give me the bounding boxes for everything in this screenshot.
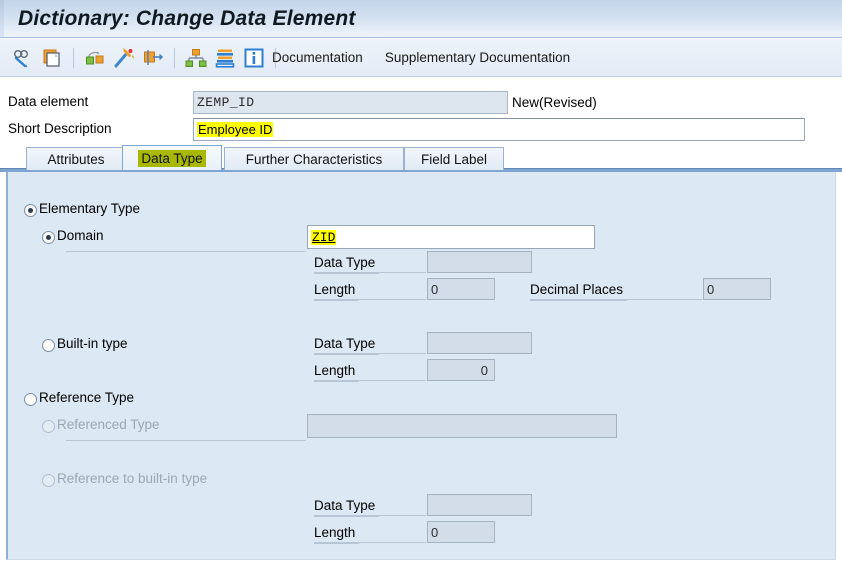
domain-radio[interactable] bbox=[42, 231, 55, 244]
reference-type-radio[interactable] bbox=[24, 393, 37, 406]
data-type-panel: Elementary Type Domain ZID Data Type Len… bbox=[6, 172, 836, 560]
titlebar-left-edge bbox=[0, 0, 4, 37]
decimal-places-label: Decimal Places bbox=[530, 282, 628, 301]
toolbar-separator bbox=[73, 47, 74, 68]
tab-further-characteristics[interactable]: Further Characteristics bbox=[224, 147, 404, 170]
documentation-button[interactable]: Documentation bbox=[272, 50, 363, 65]
ref-builtin-length-field: 0 bbox=[427, 521, 495, 543]
information-icon[interactable] bbox=[241, 45, 267, 71]
builtin-data-type-label: Data Type bbox=[314, 336, 380, 355]
short-description-field[interactable]: Employee ID bbox=[193, 118, 805, 141]
decimal-places-rule bbox=[530, 299, 702, 300]
ref-builtin-data-type-rule bbox=[314, 515, 426, 516]
tab-data-type-label: Data Type bbox=[138, 149, 206, 167]
builtin-type-label[interactable]: Built-in type bbox=[57, 336, 128, 351]
replace-icon[interactable] bbox=[140, 45, 166, 71]
domain-length-label: Length bbox=[314, 282, 360, 301]
toolbar-separator bbox=[174, 47, 175, 68]
domain-data-type-rule bbox=[314, 272, 426, 273]
data-element-field[interactable]: ZEMP_ID bbox=[193, 91, 508, 114]
referenced-type-label: Referenced Type bbox=[57, 417, 160, 432]
window-titlebar: Dictionary: Change Data Element bbox=[0, 0, 842, 38]
referenced-type-radio bbox=[42, 420, 55, 433]
ref-builtin-data-type-field bbox=[427, 494, 532, 516]
referenced-type-field bbox=[307, 414, 617, 438]
builtin-length-field: 0 bbox=[427, 359, 495, 381]
copy-icon[interactable] bbox=[39, 45, 65, 71]
builtin-data-type-rule bbox=[314, 353, 426, 354]
builtin-type-radio[interactable] bbox=[42, 339, 55, 352]
tab-further-characteristics-label: Further Characteristics bbox=[245, 151, 383, 167]
builtin-length-label: Length bbox=[314, 363, 360, 382]
tab-attributes-label: Attributes bbox=[47, 151, 105, 167]
short-description-value: Employee ID bbox=[197, 122, 274, 137]
status-badge: New(Revised) bbox=[512, 95, 597, 110]
tabstrip: Attributes Data Type Further Characteris… bbox=[0, 145, 842, 172]
ref-builtin-length-value: 0 bbox=[431, 524, 439, 540]
data-element-label: Data element bbox=[8, 94, 89, 109]
hierarchy-icon[interactable] bbox=[183, 45, 209, 71]
elementary-type-radio[interactable] bbox=[24, 204, 37, 217]
domain-label-rule bbox=[66, 251, 306, 252]
domain-data-type-field bbox=[427, 251, 532, 273]
where-used-list-icon[interactable] bbox=[212, 45, 238, 71]
reference-to-builtin-radio bbox=[42, 474, 55, 487]
domain-input[interactable]: ZID bbox=[307, 225, 595, 249]
decimal-places-field: 0 bbox=[703, 278, 771, 300]
ref-builtin-data-type-label: Data Type bbox=[314, 498, 380, 517]
data-element-value: ZEMP_ID bbox=[197, 95, 255, 110]
tab-field-label-label: Field Label bbox=[420, 151, 488, 167]
magic-wand-icon[interactable] bbox=[111, 45, 137, 71]
application-toolbar: Documentation Supplementary Documentatio… bbox=[0, 39, 842, 77]
builtin-length-rule bbox=[314, 380, 426, 381]
short-description-row: Short Description Employee ID bbox=[0, 117, 842, 142]
domain-data-type-label: Data Type bbox=[314, 255, 380, 274]
tab-data-type[interactable]: Data Type bbox=[122, 145, 222, 170]
tab-attributes[interactable]: Attributes bbox=[26, 147, 126, 170]
ref-builtin-length-rule bbox=[314, 542, 426, 543]
builtin-data-type-field bbox=[427, 332, 532, 354]
domain-length-rule bbox=[314, 299, 426, 300]
supplementary-documentation-button[interactable]: Supplementary Documentation bbox=[385, 50, 570, 65]
domain-length-field: 0 bbox=[427, 278, 495, 300]
data-element-row: Data element ZEMP_ID New(Revised) bbox=[0, 90, 842, 115]
reference-type-label[interactable]: Reference Type bbox=[39, 390, 134, 405]
domain-label[interactable]: Domain bbox=[57, 228, 104, 243]
referenced-type-rule bbox=[66, 440, 306, 441]
builtin-length-value: 0 bbox=[480, 362, 488, 378]
toolbar-icon-group bbox=[10, 39, 281, 76]
elementary-type-label[interactable]: Elementary Type bbox=[39, 201, 140, 216]
sap-dictionary-window: Dictionary: Change Data Element Document… bbox=[0, 0, 842, 567]
display-change-icon[interactable] bbox=[10, 45, 36, 71]
tab-field-label[interactable]: Field Label bbox=[404, 147, 504, 170]
ref-builtin-length-label: Length bbox=[314, 525, 360, 544]
toolbar-link-group: Documentation Supplementary Documentatio… bbox=[272, 39, 570, 76]
reference-to-builtin-label: Reference to built-in type bbox=[57, 471, 208, 486]
domain-length-value: 0 bbox=[431, 281, 439, 297]
page-title: Dictionary: Change Data Element bbox=[18, 7, 356, 30]
domain-value: ZID bbox=[311, 229, 337, 245]
decimal-places-value: 0 bbox=[707, 281, 715, 297]
other-object-icon[interactable] bbox=[82, 45, 108, 71]
short-description-label: Short Description bbox=[8, 121, 112, 136]
